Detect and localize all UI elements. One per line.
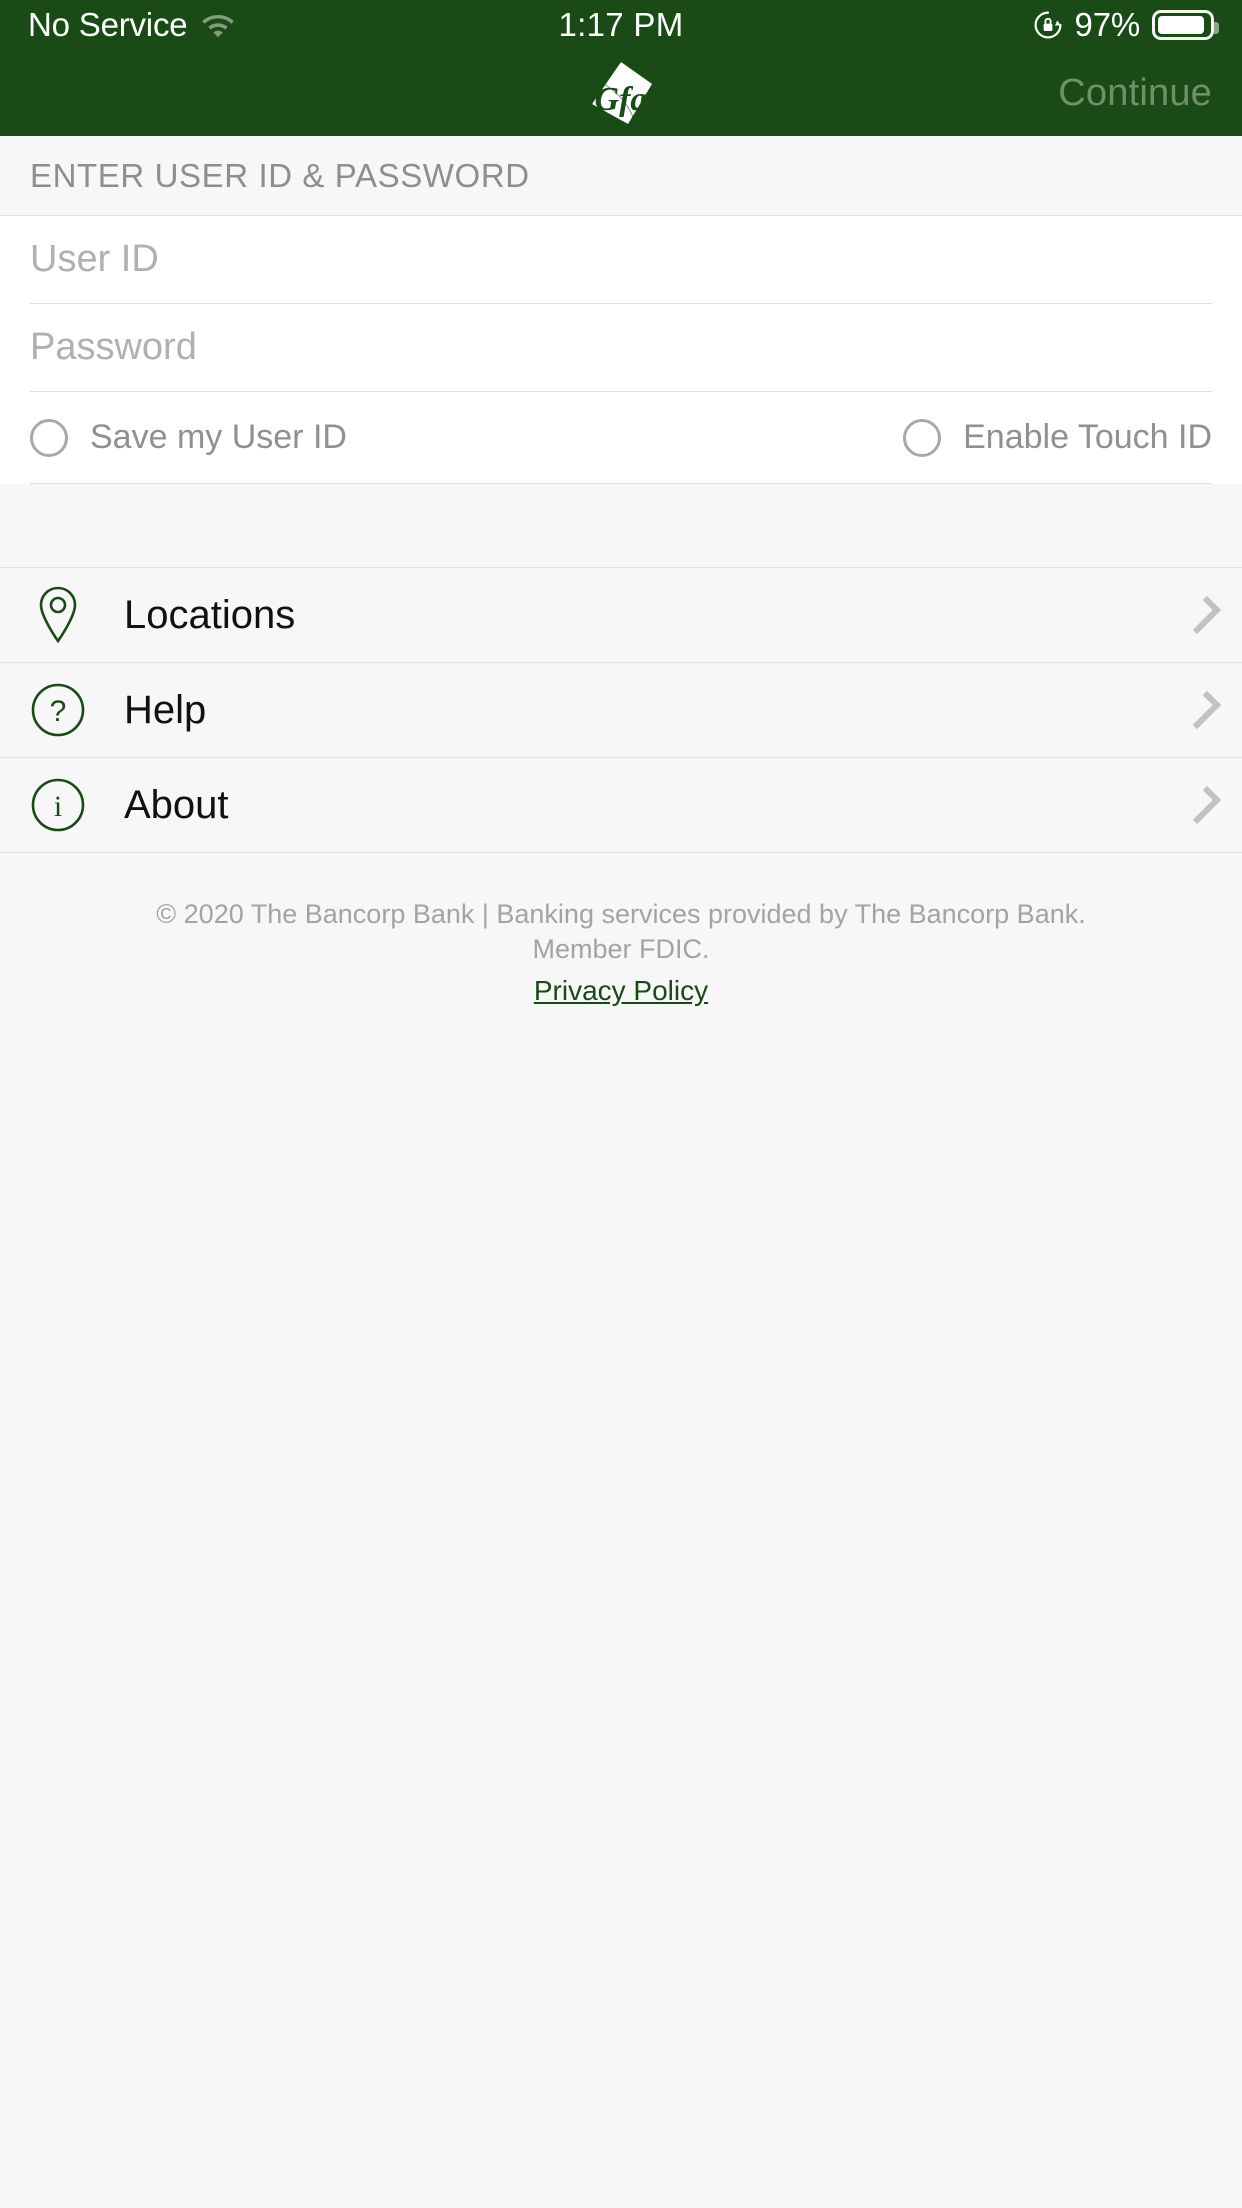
save-user-id-label: Save my User ID <box>90 418 347 456</box>
copyright-line-1: © 2020 The Bancorp Bank | Banking servic… <box>156 899 1086 929</box>
svg-text:?: ? <box>50 695 67 728</box>
menu-item-about[interactable]: i About <box>0 758 1242 853</box>
enable-touch-id-toggle[interactable]: Enable Touch ID <box>903 418 1212 457</box>
save-user-id-toggle[interactable]: Save my User ID <box>30 418 347 457</box>
login-form: Save my User ID Enable Touch ID <box>0 216 1242 484</box>
enable-touch-id-radio-icon[interactable] <box>903 418 942 457</box>
section-header-label: ENTER USER ID & PASSWORD <box>30 156 530 194</box>
footer: © 2020 The Bancorp Bank | Banking servic… <box>0 853 1242 1007</box>
enable-touch-id-label: Enable Touch ID <box>963 418 1212 456</box>
utility-menu: Locations ? Help i About <box>0 568 1242 853</box>
menu-item-label: About <box>124 782 229 827</box>
question-circle-icon: ? <box>30 680 86 740</box>
save-user-id-radio-icon[interactable] <box>30 418 68 457</box>
wifi-icon <box>201 12 235 38</box>
clock-label: 1:17 PM <box>558 6 684 43</box>
chevron-right-icon <box>1182 785 1222 825</box>
privacy-policy-link[interactable]: Privacy Policy <box>534 975 708 1007</box>
password-input[interactable] <box>30 326 1212 369</box>
menu-item-label: Locations <box>124 592 296 637</box>
status-bar-center: 1:17 PM <box>559 6 684 44</box>
battery-percent-label: 97% <box>1074 6 1141 43</box>
menu-item-locations[interactable]: Locations <box>0 568 1242 663</box>
section-spacer <box>0 484 1242 568</box>
login-options-row: Save my User ID Enable Touch ID <box>30 392 1212 484</box>
password-field[interactable] <box>30 304 1212 392</box>
user-id-field[interactable] <box>30 216 1212 304</box>
battery-icon <box>1152 10 1219 40</box>
status-bar-left: No Service <box>28 6 559 44</box>
info-circle-icon: i <box>30 775 86 835</box>
gfa-leaf-logo: Gfa <box>0 50 1242 136</box>
user-id-input[interactable] <box>30 238 1212 281</box>
map-pin-icon <box>30 585 86 645</box>
rotation-lock-icon <box>1033 10 1063 40</box>
carrier-label: No Service <box>28 6 188 43</box>
menu-item-label: Help <box>124 687 207 732</box>
status-bar-right: 97% <box>684 6 1219 44</box>
copyright-line-2: Member FDIC. <box>532 934 710 964</box>
status-bar: No Service 1:17 PM 97% <box>0 0 1242 50</box>
section-header: ENTER USER ID & PASSWORD <box>0 136 1242 216</box>
menu-item-help[interactable]: ? Help <box>0 663 1242 758</box>
nav-bar: Gfa Continue <box>0 50 1242 136</box>
svg-text:i: i <box>54 790 62 823</box>
chevron-right-icon <box>1182 595 1222 635</box>
chevron-right-icon <box>1182 690 1222 730</box>
app-screen: No Service 1:17 PM 97% Gfa Continue ENTE… <box>0 0 1242 2208</box>
svg-text:Gfa: Gfa <box>595 81 648 118</box>
continue-button[interactable]: Continue <box>1058 72 1212 115</box>
